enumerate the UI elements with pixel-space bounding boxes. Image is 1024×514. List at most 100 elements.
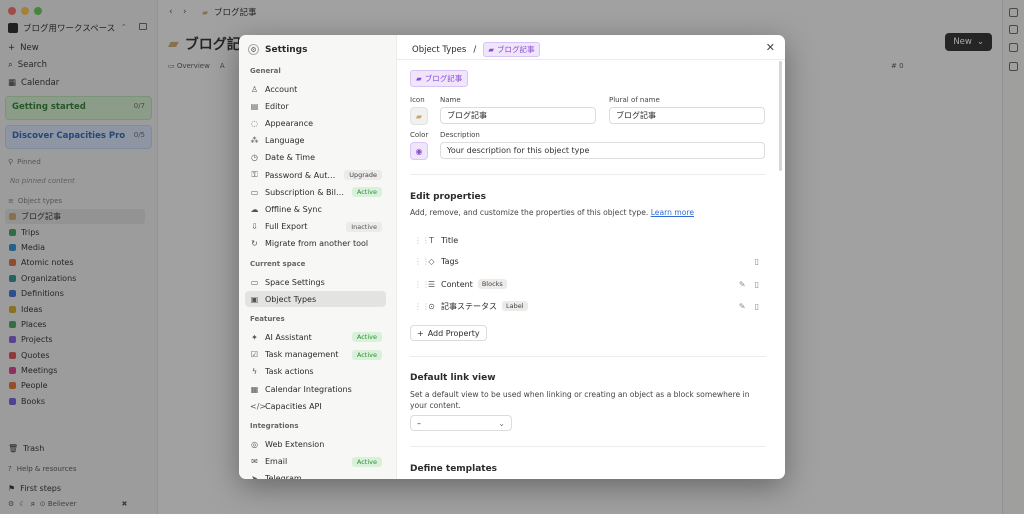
settings-item-web-extension[interactable]: ◎ Web Extension	[245, 436, 386, 452]
check-icon: ☑	[250, 350, 259, 360]
color-picker[interactable]: ◉	[410, 142, 428, 160]
description-input[interactable]: Your description for this object type	[440, 142, 765, 159]
property-label: Content	[441, 279, 473, 289]
section-divider	[410, 446, 766, 447]
globe-icon: ◎	[251, 439, 258, 449]
name-input[interactable]: ブログ記事	[440, 107, 596, 124]
settings-item-password-authentication[interactable]: ⚿ Password & Authentication Upgrade	[245, 167, 386, 183]
breadcrumb-object-types[interactable]: Object Types	[412, 45, 466, 55]
settings-item-migrate-from-another-tool[interactable]: ↻ Migrate from another tool	[245, 236, 386, 252]
drag-handle-icon[interactable]: ⋮⋮	[414, 257, 430, 266]
breadcrumb-separator: /	[473, 44, 477, 55]
trash-icon[interactable]: ▯	[755, 257, 759, 266]
property-type-icon: T	[429, 235, 434, 245]
settings-item-offline-sync[interactable]: ☁ Offline & Sync	[245, 201, 386, 217]
property-row[interactable]: ⋮⋮ ⊙ 記事ステータス Label ✎ ▯	[414, 299, 764, 313]
color-label: Color	[410, 131, 429, 139]
settings-item-label: Offline & Sync	[265, 204, 322, 214]
gear-icon: ⚙	[248, 44, 259, 55]
mail-icon: ✉	[251, 457, 258, 467]
add-property-label: Add Property	[427, 328, 480, 338]
settings-item-calendar-integrations[interactable]: ▦ Calendar Integrations	[245, 381, 386, 397]
calendar-icon: ▦	[250, 384, 259, 394]
active-badge: Active	[351, 349, 382, 360]
language-icon: ⁂	[250, 136, 259, 146]
settings-item-label: Migrate from another tool	[265, 239, 369, 249]
editor-icon: ▤	[250, 101, 259, 111]
upgrade-badge[interactable]: Upgrade	[344, 170, 382, 180]
trash-icon[interactable]: ▯	[755, 302, 759, 311]
inactive-badge: Inactive	[346, 221, 382, 232]
settings-section-header: Current space	[250, 260, 306, 268]
settings-item-email[interactable]: ✉ Email Active	[245, 454, 386, 470]
scrollbar[interactable]	[779, 61, 782, 171]
settings-item-language[interactable]: ⁂ Language	[245, 133, 386, 149]
breadcrumb-current: ▰ ブログ記事	[483, 42, 540, 57]
edit-properties-text: Add, remove, and customize the propertie…	[410, 208, 649, 217]
breadcrumb-current-label: ブログ記事	[497, 45, 535, 54]
edit-icon[interactable]: ✎	[739, 280, 746, 289]
settings-item-label: Task actions	[265, 367, 314, 377]
property-type-tag: Label	[502, 301, 528, 311]
export-icon: ⇩	[251, 222, 258, 232]
plus-icon: +	[417, 328, 424, 338]
property-row[interactable]: ⋮⋮ ☰ Content Blocks ✎ ▯	[414, 277, 764, 291]
edit-properties-desc: Add, remove, and customize the propertie…	[410, 207, 760, 218]
settings-item-date-time[interactable]: ◷ Date & Time	[245, 150, 386, 166]
settings-item-object-types[interactable]: ▣ Object Types	[245, 291, 386, 308]
property-actions: ▯	[755, 257, 759, 266]
settings-item-label: Password & Authentication	[265, 170, 338, 180]
settings-item-label: Task management	[265, 350, 339, 360]
settings-item-account[interactable]: ♙ Account	[245, 81, 386, 97]
settings-item-telegram[interactable]: ➤ Telegram	[245, 471, 386, 479]
settings-item-full-export[interactable]: ⇩ Full Export Inactive	[245, 219, 386, 235]
settings-item-capacities-api[interactable]: </> Capacities API	[245, 398, 386, 414]
cloud-icon: ☁	[250, 204, 259, 214]
property-label: Tags	[441, 256, 459, 266]
property-row[interactable]: ⋮⋮ T Title	[414, 233, 764, 247]
settings-item-appearance[interactable]: ◌ Appearance	[245, 115, 386, 131]
settings-item-editor[interactable]: ▤ Editor	[245, 98, 386, 114]
learn-more-link[interactable]: Learn more	[651, 208, 694, 217]
property-actions: ✎ ▯	[739, 280, 759, 289]
settings-item-label: Language	[265, 136, 305, 146]
add-property-button[interactable]: + Add Property	[410, 325, 487, 341]
settings-item-subscription-billing[interactable]: ▭ Subscription & Billing Active	[245, 184, 386, 200]
property-actions: ✎ ▯	[739, 302, 759, 311]
section-divider	[410, 174, 766, 175]
settings-item-task-management[interactable]: ☑ Task management Active	[245, 347, 386, 363]
close-icon[interactable]: ✕	[766, 41, 775, 54]
default-link-desc: Set a default view to be used when linki…	[410, 390, 750, 410]
settings-section-header: Features	[250, 315, 285, 324]
drag-handle-icon[interactable]: ⋮⋮	[414, 302, 430, 311]
drag-handle-icon[interactable]: ⋮⋮	[414, 280, 430, 289]
drag-handle-icon[interactable]: ⋮⋮	[414, 236, 430, 245]
property-row[interactable]: ⋮⋮ ◇ Tags ▯	[414, 254, 764, 268]
plural-input[interactable]: ブログ記事	[609, 107, 765, 124]
user-icon: ♙	[250, 84, 259, 94]
settings-item-label: AI Assistant	[265, 332, 312, 342]
trash-icon[interactable]: ▯	[755, 280, 759, 289]
settings-item-space-settings[interactable]: ▭ Space Settings	[245, 274, 386, 290]
settings-item-task-actions[interactable]: ϟ Task actions	[245, 364, 386, 380]
default-link-value: –	[417, 418, 421, 428]
object-type-panel: Object Types / ▰ ブログ記事 ✕ ▰ ブログ記事 Icon Name…	[397, 35, 785, 479]
chevron-down-icon: ⌄	[498, 418, 505, 428]
migrate-icon: ↻	[251, 239, 258, 249]
settings-item-label: Space Settings	[265, 277, 325, 287]
bolt-icon: ϟ	[251, 367, 258, 377]
settings-item-label: Appearance	[265, 118, 314, 128]
settings-item-label: Full Export	[265, 222, 308, 232]
default-link-select[interactable]: – ⌄	[410, 415, 512, 431]
settings-item-label: Email	[265, 457, 288, 467]
object-icon-picker[interactable]: ▰	[410, 107, 428, 125]
section-divider	[410, 356, 766, 357]
settings-title: Settings	[265, 44, 308, 55]
description-placeholder: Your description for this object type	[447, 146, 590, 155]
edit-icon[interactable]: ✎	[739, 302, 746, 311]
settings-item-ai-assistant[interactable]: ✦ AI Assistant Active	[245, 329, 386, 345]
telegram-icon: ➤	[251, 474, 258, 479]
sparkle-icon: ✦	[251, 332, 258, 342]
key-icon: ⚿	[251, 170, 258, 179]
note-icon: ▰	[416, 74, 422, 83]
